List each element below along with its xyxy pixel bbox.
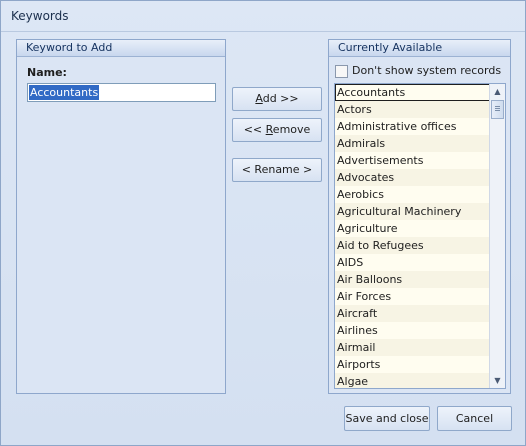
keyword-list-item[interactable]: Agricultural Machinery xyxy=(335,203,490,220)
keyword-name-value: Accountants xyxy=(29,85,100,100)
keyword-list-item[interactable]: Advocates xyxy=(335,169,490,186)
keyword-list-item[interactable]: Admirals xyxy=(335,135,490,152)
keywords-dialog: Keywords Keyword to Add Name: Accountant… xyxy=(0,0,526,446)
keyword-list-item[interactable]: Agriculture xyxy=(335,220,490,237)
currently-available-header: Currently Available xyxy=(329,40,510,57)
keyword-to-add-panel: Keyword to Add Name: Accountants xyxy=(16,39,226,394)
grip-line xyxy=(495,110,500,111)
keyword-list[interactable]: Accountants Actors Administrative offices A… xyxy=(334,83,506,389)
grip-line xyxy=(495,106,500,107)
hide-system-records-checkbox[interactable] xyxy=(335,65,348,78)
keyword-list-item[interactable]: Airlines xyxy=(335,322,490,339)
keyword-list-item[interactable]: Air Forces xyxy=(335,288,490,305)
triangle-down-icon[interactable]: ▼ xyxy=(490,373,505,388)
list-scrollbar[interactable]: ▲ ▼ xyxy=(489,84,505,388)
keyword-list-item[interactable]: Aerobics xyxy=(335,186,490,203)
currently-available-panel: Currently Available Don't show system re… xyxy=(328,39,511,394)
keyword-list-item[interactable]: Actors xyxy=(335,101,490,118)
keyword-list-item[interactable]: Airmail xyxy=(335,339,490,356)
keyword-list-item[interactable]: Aid to Refugees xyxy=(335,237,490,254)
keyword-list-item[interactable]: Aircraft xyxy=(335,305,490,322)
keyword-list-item[interactable]: Air Balloons xyxy=(335,271,490,288)
title-bar: Keywords xyxy=(1,1,525,32)
window-title: Keywords xyxy=(11,9,69,23)
grip-line xyxy=(495,108,500,109)
keyword-to-add-header: Keyword to Add xyxy=(17,40,225,57)
hide-system-records-label: Don't show system records xyxy=(352,64,502,77)
save-and-close-button[interactable]: Save and close xyxy=(344,406,430,431)
triangle-up-icon[interactable]: ▲ xyxy=(490,84,505,99)
keyword-list-item[interactable]: Airports xyxy=(335,356,490,373)
add-button-label: Add >> xyxy=(255,92,299,105)
rename-button-label: < Rename > xyxy=(241,163,313,176)
remove-button[interactable]: << Remove xyxy=(232,118,322,142)
cancel-label: Cancel xyxy=(455,412,494,425)
name-label: Name: xyxy=(27,66,67,79)
keyword-list-item[interactable]: Administrative offices xyxy=(335,118,490,135)
keyword-list-item[interactable]: AIDS xyxy=(335,254,490,271)
cancel-button[interactable]: Cancel xyxy=(437,406,512,431)
keyword-list-items: Accountants Actors Administrative offices A… xyxy=(335,84,490,388)
add-button[interactable]: Add >> xyxy=(232,87,322,111)
keyword-list-item[interactable]: Accountants xyxy=(335,84,490,101)
keyword-list-item[interactable]: Advertisements xyxy=(335,152,490,169)
rename-button[interactable]: < Rename > xyxy=(232,158,322,182)
save-and-close-label: Save and close xyxy=(345,412,429,425)
scroll-thumb[interactable] xyxy=(491,100,504,119)
keyword-name-input[interactable]: Accountants xyxy=(27,83,216,102)
keyword-list-item[interactable]: Algae xyxy=(335,373,490,388)
remove-button-label: << Remove xyxy=(243,123,311,136)
